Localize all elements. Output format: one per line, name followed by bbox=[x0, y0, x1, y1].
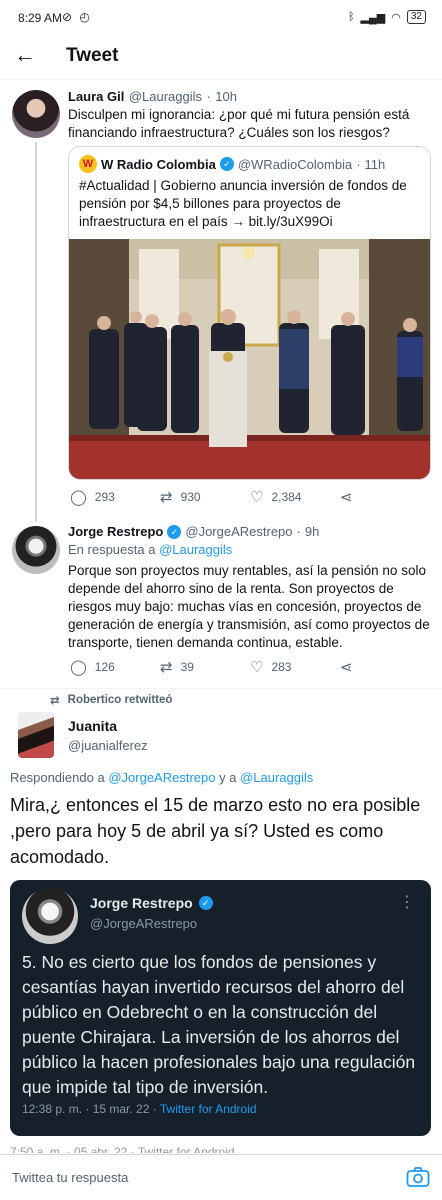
status-time: 8:29 AM bbox=[18, 11, 63, 25]
reply-icon: ◯ bbox=[70, 489, 87, 506]
page-title: Tweet bbox=[66, 45, 119, 66]
tweet-actions: ◯ 293 ⇄ 930 ♡ 2,384 ⋖ bbox=[70, 488, 430, 506]
mention-link[interactable]: @JorgeARestrepo bbox=[108, 770, 215, 785]
quoted-author-handle: @WRadioColombia bbox=[237, 156, 353, 172]
avatar[interactable] bbox=[12, 90, 60, 138]
retweet-button[interactable]: ⇄ 930 bbox=[160, 488, 250, 506]
share-icon: ⋖ bbox=[340, 659, 353, 676]
verified-icon: ✓ bbox=[198, 896, 213, 910]
signal-icon: ▂▄▆ bbox=[360, 11, 386, 24]
embedded-tweet-screenshot[interactable]: Jorge Restrepo ✓ @JorgeARestrepo ⋮ 5. No… bbox=[10, 880, 431, 1136]
retweet-icon: ⇄ bbox=[160, 659, 173, 676]
verified-icon: ✓ bbox=[219, 157, 234, 171]
author-name[interactable]: Juanita bbox=[68, 718, 117, 734]
embedded-author: Jorge Restrepo ✓ bbox=[90, 895, 213, 911]
thread-line bbox=[35, 142, 37, 522]
tweet-text: Porque son proyectos muy rentables, así … bbox=[68, 563, 430, 650]
status-bar: 8:29 AM ⊘ ◴ ᛒ ▂▄▆ ◠ 32 bbox=[0, 0, 442, 34]
reply-button[interactable]: ◯ 126 bbox=[70, 658, 160, 676]
share-button[interactable]: ⋖ bbox=[340, 658, 430, 676]
retweet-icon: ⇄ bbox=[50, 695, 60, 707]
system-icons: ᛒ ▂▄▆ ◠ 32 bbox=[348, 10, 426, 24]
avatar[interactable] bbox=[18, 712, 54, 758]
mention-link[interactable]: @Lauraggils bbox=[159, 542, 232, 557]
like-button[interactable]: ♡ 2,384 bbox=[250, 488, 340, 506]
quoted-tweet-header: W W Radio Colombia ✓ @WRadioColombia · 1… bbox=[79, 155, 385, 173]
author-handle[interactable]: @juanialferez bbox=[68, 738, 148, 753]
share-button[interactable]: ⋖ bbox=[340, 488, 430, 506]
quoted-tweet[interactable]: W W Radio Colombia ✓ @WRadioColombia · 1… bbox=[68, 146, 431, 480]
w-radio-logo-icon: W bbox=[79, 155, 97, 173]
retweet-icon: ⇄ bbox=[160, 489, 173, 506]
reply-context: En respuesta a @Lauraggils bbox=[68, 542, 233, 557]
embedded-text: 5. No es cierto que los fondos de pensio… bbox=[22, 952, 416, 1097]
tweet-text: Disculpen mi ignorancia: ¿por qué mi fut… bbox=[68, 107, 410, 140]
tweet-header: Laura Gil @Lauraggils · 10h bbox=[68, 89, 237, 104]
tweet-header: Jorge Restrepo ✓ @JorgeARestrepo · 9h bbox=[68, 524, 320, 539]
tweet-meta-partial: 7:50 a. m. · 05 abr. 22 · Twitter for An… bbox=[10, 1145, 235, 1153]
more-options-icon: ⋮ bbox=[399, 894, 415, 911]
notification-icons: ⊘ ◴ bbox=[62, 10, 92, 24]
quoted-author-name: W Radio Colombia bbox=[101, 156, 216, 172]
heart-icon: ♡ bbox=[250, 659, 264, 676]
reply-bar: Twittea tu respuesta bbox=[0, 1154, 442, 1200]
avatar bbox=[22, 888, 78, 944]
author-name[interactable]: Jorge Restrepo bbox=[68, 524, 163, 539]
like-button[interactable]: ♡ 283 bbox=[250, 658, 340, 676]
reply-icon: ◯ bbox=[70, 659, 87, 676]
heart-icon: ♡ bbox=[250, 489, 264, 506]
author-handle[interactable]: @Lauraggils bbox=[129, 89, 202, 104]
camera-icon[interactable] bbox=[406, 1166, 430, 1188]
wifi-icon: ◠ bbox=[391, 11, 401, 24]
reply-button[interactable]: ◯ 293 bbox=[70, 488, 160, 506]
author-name[interactable]: Laura Gil bbox=[68, 89, 124, 104]
avatar[interactable] bbox=[12, 526, 60, 574]
battery-icon: 32 bbox=[406, 10, 426, 24]
embedded-handle: @JorgeARestrepo bbox=[90, 916, 198, 931]
tweet-actions: ◯ 126 ⇄ 39 ♡ 283 ⋖ bbox=[70, 658, 430, 676]
reply-input[interactable]: Twittea tu respuesta bbox=[12, 1170, 128, 1185]
top-bar: ← Tweet bbox=[0, 34, 442, 80]
mention-link[interactable]: @Lauraggils bbox=[240, 770, 313, 785]
embedded-meta: 12:38 p. m. · 15 mar. 22 · Twitter for A… bbox=[22, 1102, 257, 1116]
quoted-tweet-text: #Actualidad | Gobierno anuncia inversión… bbox=[79, 178, 407, 229]
tweet-time[interactable]: 10h bbox=[215, 89, 237, 104]
share-icon: ⋖ bbox=[340, 489, 353, 506]
tweet-time[interactable]: 9h bbox=[305, 524, 319, 539]
press-conference-photo[interactable] bbox=[69, 239, 431, 480]
bluetooth-icon: ᛒ bbox=[347, 11, 355, 23]
retweet-button[interactable]: ⇄ 39 bbox=[160, 658, 250, 676]
author-handle[interactable]: @JorgeARestrepo bbox=[185, 524, 292, 539]
verified-icon: ✓ bbox=[167, 524, 182, 539]
tweet-text: Mira,¿ entonces el 15 de marzo esto no e… bbox=[10, 795, 421, 867]
retweet-notice[interactable]: ⇄ Robertico retwitteó bbox=[50, 693, 172, 707]
reply-context: Respondiendo a @JorgeARestrepo y a @Laur… bbox=[10, 770, 314, 785]
divider bbox=[0, 688, 442, 689]
quoted-tweet-time: 11h bbox=[364, 156, 386, 172]
back-arrow-icon[interactable]: ← bbox=[14, 44, 36, 66]
